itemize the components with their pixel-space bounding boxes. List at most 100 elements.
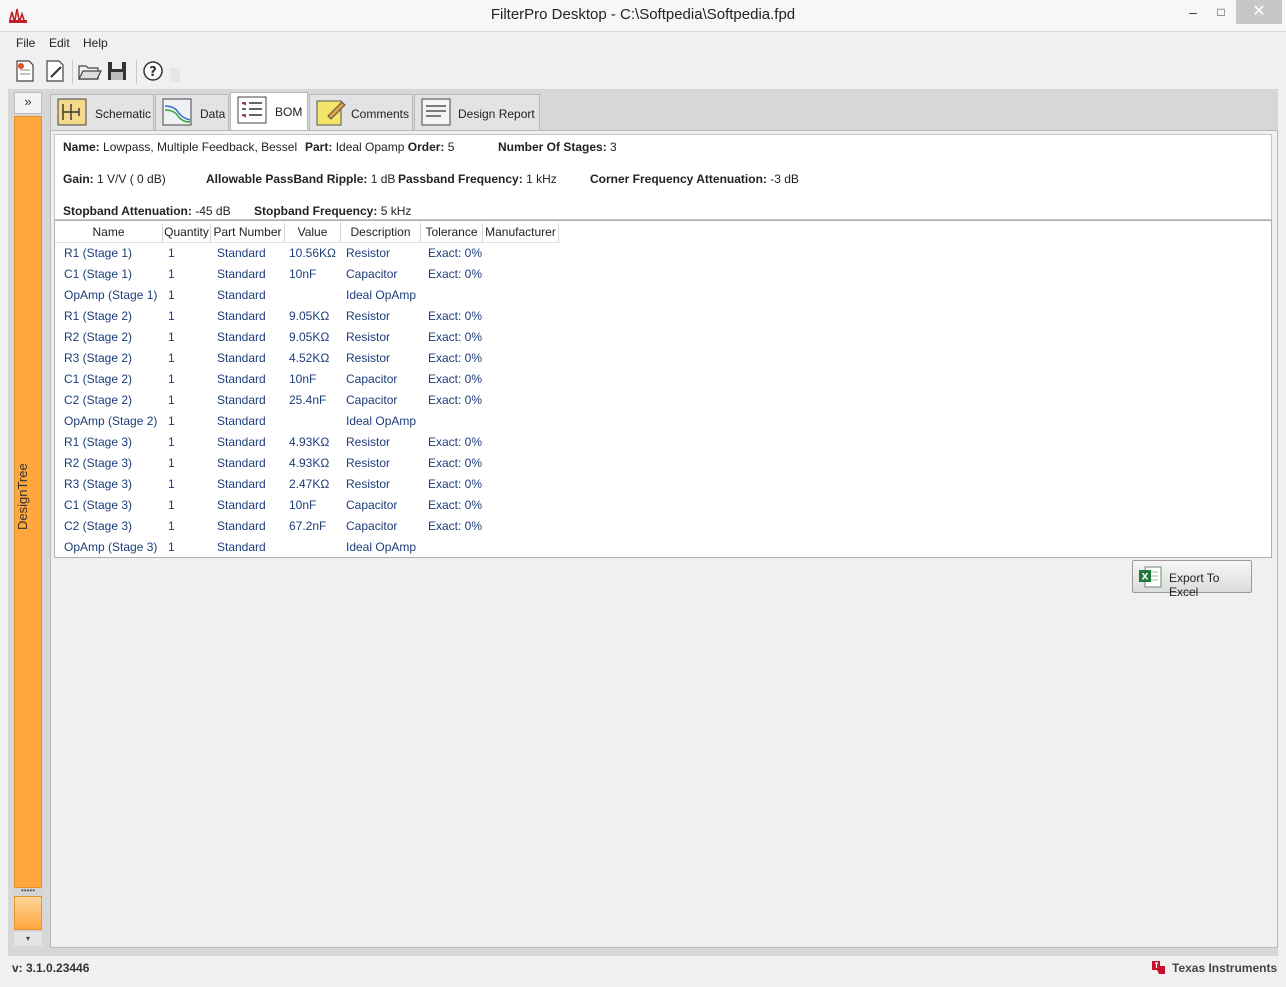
cell-name: C2 (Stage 3) bbox=[64, 519, 133, 533]
table-row[interactable]: C1 (Stage 1) 1 Standard 10nF Capacitor Exact:… bbox=[55, 264, 655, 285]
table-row[interactable]: OpAmp (Stage 1) 1 Standard Ideal OpAmp bbox=[55, 285, 655, 306]
cell-description: Resistor bbox=[346, 351, 391, 365]
cell-tolerance: Exact: 0% bbox=[428, 393, 483, 407]
scroll-down-icon[interactable]: ▾ bbox=[14, 932, 42, 946]
menu-file[interactable]: File bbox=[16, 36, 35, 50]
tab-label: Data bbox=[200, 107, 226, 121]
cell-part-number: Standard bbox=[217, 519, 266, 533]
menu-help[interactable]: Help bbox=[83, 36, 108, 50]
summary-stopband-frequency: Stopband Frequency: 5 kHz bbox=[254, 204, 412, 218]
cell-name: C1 (Stage 3) bbox=[64, 498, 133, 512]
export-label: Export To Excel bbox=[1169, 571, 1220, 599]
table-row[interactable]: C1 (Stage 3) 1 Standard 10nF Capacitor Exact:… bbox=[55, 495, 655, 516]
new-design-icon bbox=[16, 60, 34, 82]
bom-table: Name Quantity Part Number Value Descript… bbox=[54, 220, 1272, 558]
cell-part-number: Standard bbox=[217, 540, 266, 554]
cell-quantity: 1 bbox=[168, 309, 175, 323]
comments-note-icon bbox=[316, 100, 346, 126]
edit-design-button[interactable] bbox=[42, 58, 68, 84]
cell-quantity: 1 bbox=[168, 330, 175, 344]
maximize-button[interactable]: □ bbox=[1207, 0, 1235, 24]
table-row[interactable]: OpAmp (Stage 2) 1 Standard Ideal OpAmp bbox=[55, 411, 655, 432]
cell-name: R3 (Stage 2) bbox=[64, 351, 133, 365]
cell-part-number: Standard bbox=[217, 351, 266, 365]
summary-ripple: Allowable PassBand Ripple: 1 dB bbox=[206, 172, 396, 186]
cell-tolerance: Exact: 0% bbox=[428, 435, 483, 449]
cell-name: R2 (Stage 2) bbox=[64, 330, 133, 344]
column-header-description[interactable]: Description bbox=[341, 223, 421, 243]
summary-gain: Gain: 1 V/V ( 0 dB) bbox=[63, 172, 166, 186]
table-row[interactable]: OpAmp (Stage 3) 1 Standard Ideal OpAmp bbox=[55, 537, 655, 558]
filter-summary: Name: Lowpass, Multiple Feedback, Bessel… bbox=[54, 134, 1272, 220]
svg-text:X: X bbox=[1142, 573, 1149, 583]
splitter-grip-icon[interactable]: ••••• bbox=[14, 887, 42, 896]
minimize-button[interactable]: – bbox=[1180, 0, 1206, 24]
cell-description: Capacitor bbox=[346, 267, 398, 281]
cell-part-number: Standard bbox=[217, 435, 266, 449]
schematic-icon bbox=[57, 98, 87, 126]
sidebar-scroll-thumb[interactable] bbox=[14, 896, 42, 930]
table-row[interactable]: R2 (Stage 3) 1 Standard 4.93KΩ Resistor Exact… bbox=[55, 453, 655, 474]
cell-quantity: 1 bbox=[168, 372, 175, 386]
table-row[interactable]: C2 (Stage 3) 1 Standard 67.2nF Capacitor Exac… bbox=[55, 516, 655, 537]
column-header-tolerance[interactable]: Tolerance bbox=[421, 223, 483, 243]
table-row[interactable]: R3 (Stage 2) 1 Standard 4.52KΩ Resistor Exact… bbox=[55, 348, 655, 369]
cell-quantity: 1 bbox=[168, 435, 175, 449]
tab-design-report[interactable]: Design Report bbox=[414, 94, 540, 130]
column-header-part-number[interactable]: Part Number bbox=[211, 223, 285, 243]
close-button[interactable]: ✕ bbox=[1236, 0, 1282, 24]
cell-name: R1 (Stage 3) bbox=[64, 435, 133, 449]
toolbar-separator bbox=[136, 60, 137, 84]
column-header-manufacturer[interactable]: Manufacturer bbox=[483, 223, 559, 243]
cell-tolerance: Exact: 0% bbox=[428, 309, 483, 323]
summary-stopband-attenuation: Stopband Attenuation: -45 dB bbox=[63, 204, 231, 218]
cell-description: Resistor bbox=[346, 246, 391, 260]
cell-tolerance: Exact: 0% bbox=[428, 456, 483, 470]
tab-label: BOM bbox=[275, 105, 303, 119]
cell-description: Resistor bbox=[346, 435, 391, 449]
tab-bom[interactable]: BOM bbox=[230, 92, 308, 130]
cell-tolerance: Exact: 0% bbox=[428, 498, 483, 512]
designtree-panel-tab[interactable]: DesignTree bbox=[14, 116, 42, 888]
cell-tolerance: Exact: 0% bbox=[428, 519, 483, 533]
cell-value: 9.05KΩ bbox=[289, 309, 330, 323]
table-row[interactable]: R1 (Stage 3) 1 Standard 4.93KΩ Resistor Exact… bbox=[55, 432, 655, 453]
excel-icon: X bbox=[1139, 566, 1162, 588]
open-button[interactable] bbox=[76, 58, 102, 84]
table-row[interactable]: R1 (Stage 2) 1 Standard 9.05KΩ Resistor Exact… bbox=[55, 306, 655, 327]
summary-name: Name: Lowpass, Multiple Feedback, Bessel bbox=[63, 140, 298, 154]
column-header-quantity[interactable]: Quantity bbox=[163, 223, 211, 243]
menu-edit[interactable]: Edit bbox=[49, 36, 70, 50]
cell-quantity: 1 bbox=[168, 477, 175, 491]
expand-sidebar-button[interactable]: » bbox=[14, 92, 42, 114]
table-row[interactable]: R3 (Stage 3) 1 Standard 2.47KΩ Resistor Exact… bbox=[55, 474, 655, 495]
texas-instruments-logo-icon bbox=[1152, 961, 1165, 974]
cell-name: R2 (Stage 3) bbox=[64, 456, 133, 470]
table-row[interactable]: R1 (Stage 1) 1 Standard 10.56KΩ Resistor Exac… bbox=[55, 243, 655, 264]
summary-passband: Passband Frequency: 1 kHz bbox=[398, 172, 557, 186]
cell-name: C1 (Stage 2) bbox=[64, 372, 133, 386]
design-report-icon bbox=[421, 98, 451, 126]
table-row[interactable]: R2 (Stage 2) 1 Standard 9.05KΩ Resistor Exact… bbox=[55, 327, 655, 348]
column-header-name[interactable]: Name bbox=[55, 223, 163, 243]
new-design-button[interactable] bbox=[12, 58, 38, 84]
view-tabs: Schematic Data BOM Comments Design Repor… bbox=[50, 92, 650, 130]
cell-name: C2 (Stage 2) bbox=[64, 393, 133, 407]
column-header-value[interactable]: Value bbox=[285, 223, 341, 243]
tab-comments[interactable]: Comments bbox=[309, 94, 413, 130]
cell-description: Resistor bbox=[346, 309, 391, 323]
cell-value: 10nF bbox=[289, 372, 317, 386]
cell-part-number: Standard bbox=[217, 309, 266, 323]
cell-name: R1 (Stage 1) bbox=[64, 246, 133, 260]
cell-value: 10.56KΩ bbox=[289, 246, 337, 260]
tab-schematic[interactable]: Schematic bbox=[50, 94, 154, 130]
toolbar-overflow-icon[interactable] bbox=[170, 68, 180, 82]
export-to-excel-button[interactable]: X Export To Excel bbox=[1132, 560, 1252, 599]
save-button[interactable] bbox=[104, 58, 130, 84]
tab-data[interactable]: Data bbox=[155, 94, 229, 130]
help-button[interactable]: ? bbox=[140, 58, 166, 84]
table-row[interactable]: C1 (Stage 2) 1 Standard 10nF Capacitor Exact:… bbox=[55, 369, 655, 390]
cell-description: Ideal OpAmp bbox=[346, 414, 417, 428]
table-row[interactable]: C2 (Stage 2) 1 Standard 25.4nF Capacitor Exac… bbox=[55, 390, 655, 411]
cell-name: OpAmp (Stage 3) bbox=[64, 540, 158, 554]
